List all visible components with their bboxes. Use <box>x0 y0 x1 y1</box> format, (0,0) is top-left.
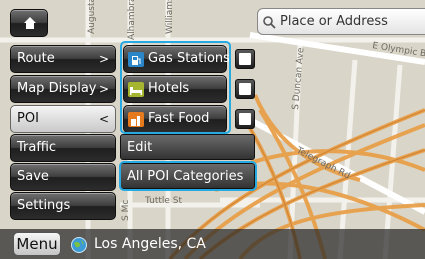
menu-item-route[interactable]: Route > <box>10 45 116 73</box>
hotels-checkbox[interactable] <box>235 79 255 99</box>
street-label-alhambra: Alhambra <box>127 0 137 40</box>
home-icon <box>24 17 36 29</box>
chevron-left-icon: < <box>98 112 109 126</box>
poi-item-label: Fast Food <box>148 111 210 126</box>
search-icon <box>263 16 276 29</box>
street-label-s-mc: S Mc <box>121 200 131 221</box>
chevron-right-icon: > <box>98 82 109 96</box>
menu-item-label: POI <box>17 111 39 126</box>
menu-button[interactable]: Menu <box>13 232 61 256</box>
street-label-augusta: Augusta <box>87 0 97 34</box>
current-location: Los Angeles, CA <box>94 236 206 252</box>
fast-food-icon <box>128 112 144 127</box>
menu-item-label: Route <box>17 51 55 66</box>
hotel-bed-icon <box>128 82 144 97</box>
poi-item-gas-stations[interactable]: Gas Stations <box>123 45 230 73</box>
street-label-williams: Williams <box>165 0 175 34</box>
poi-item-hotels[interactable]: Hotels <box>123 75 227 103</box>
search-placeholder: Place or Address <box>280 14 388 29</box>
chevron-right-icon: > <box>98 52 109 66</box>
location-globe-icon <box>71 237 87 253</box>
search-input[interactable]: Place or Address <box>257 8 425 35</box>
fast-food-checkbox[interactable] <box>235 109 255 129</box>
all-poi-categories-button[interactable]: All POI Categories <box>120 163 255 189</box>
home-button[interactable] <box>10 9 48 37</box>
edit-label: Edit <box>127 140 153 155</box>
edit-button[interactable]: Edit <box>120 134 255 160</box>
menu-item-traffic[interactable]: Traffic <box>10 134 116 162</box>
menu-item-label: Settings <box>17 198 71 213</box>
gas-stations-checkbox[interactable] <box>235 49 255 69</box>
menu-item-map-display[interactable]: Map Display > <box>10 75 116 103</box>
poi-item-label: Gas Stations <box>148 51 230 66</box>
all-poi-categories-label: All POI Categories <box>127 169 244 184</box>
menu-item-label: Save <box>17 169 49 184</box>
menu-item-save[interactable]: Save <box>10 163 116 191</box>
menu-item-poi[interactable]: POI < <box>10 105 116 133</box>
gas-station-icon <box>128 52 144 67</box>
menu-item-settings[interactable]: Settings <box>10 192 116 220</box>
menu-button-label: Menu <box>16 235 58 253</box>
poi-item-label: Hotels <box>148 81 190 96</box>
menu-item-label: Traffic <box>17 140 57 155</box>
menu-item-label: Map Display <box>17 81 97 96</box>
navigation-screen: Augusta Alhambra Williams E Olympic Blvd… <box>0 0 425 259</box>
status-bar <box>0 229 425 259</box>
poi-item-fast-food[interactable]: Fast Food <box>123 105 227 133</box>
street-label-tuttle: Tuttle St <box>144 196 183 206</box>
